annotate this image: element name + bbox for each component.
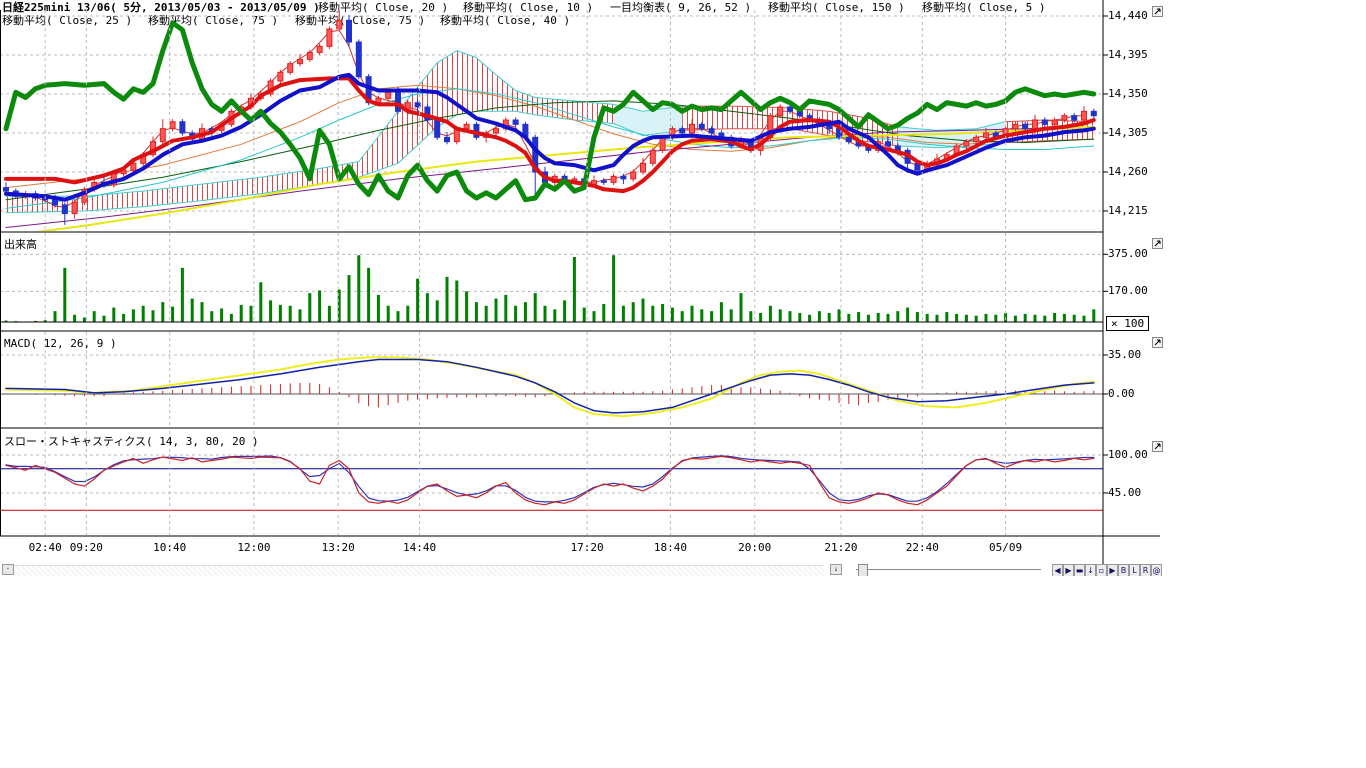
scroll-step-button[interactable]: ↓ <box>830 564 842 575</box>
volume-panel-scroll-button[interactable] <box>1152 238 1163 249</box>
time-tick-label: 18:40 <box>648 541 692 554</box>
axis-tick-label: 14,215 <box>1108 204 1148 217</box>
toolbar-button[interactable]: L <box>1129 564 1140 576</box>
axis-tick-label: 100.00 <box>1108 448 1148 461</box>
stoch-panel-scroll-button[interactable] <box>1152 441 1163 452</box>
volume-panel-label: 出来高 <box>4 236 37 252</box>
time-tick-label: 17:20 <box>565 541 609 554</box>
time-tick-label: 14:40 <box>398 541 442 554</box>
chart-application-window: 日経225mini 13/06( 5分, 2013/05/03 - 2013/0… <box>0 0 1366 768</box>
toolbar-button[interactable]: ▫ <box>1096 564 1107 576</box>
toolbar-button[interactable]: ◀ <box>1052 564 1063 576</box>
stochastic-panel-label: スロー・ストキャスティクス( 14, 3, 80, 20 ) <box>4 433 259 449</box>
toolbar-button[interactable]: ▶ <box>1063 564 1074 576</box>
toolbar-button[interactable]: ▶ <box>1107 564 1118 576</box>
time-tick-label: 21:20 <box>819 541 863 554</box>
toolbar-button[interactable]: B <box>1118 564 1129 576</box>
time-tick-label: 12:00 <box>232 541 276 554</box>
chart-toolbar-buttons: ◀▶▬↓▫▶BLR@M▪ <box>1052 564 1170 576</box>
axis-tick-label: 375.00 <box>1108 247 1148 260</box>
axis-tick-label: 14,395 <box>1108 48 1148 61</box>
price-chart-canvas <box>0 0 1170 580</box>
toolbar-button[interactable]: ▬ <box>1074 564 1085 576</box>
axis-tick-label: 14,350 <box>1108 87 1148 100</box>
bottom-scroll-strip: · ↓ ◀▶▬↓▫▶BLR@M▪ <box>0 564 1170 576</box>
time-tick-label: 05/09 <box>984 541 1028 554</box>
time-tick-label: 22:40 <box>900 541 944 554</box>
toolbar-button[interactable]: R <box>1140 564 1151 576</box>
axis-tick-label: 45.00 <box>1108 486 1141 499</box>
zoom-slider-rail <box>856 569 1041 570</box>
axis-tick-label: 14,260 <box>1108 165 1148 178</box>
axis-tick-label: 35.00 <box>1108 348 1141 361</box>
zoom-slider[interactable] <box>850 564 1045 576</box>
time-tick-label: 09:20 <box>64 541 108 554</box>
time-tick-label: 13:20 <box>316 541 360 554</box>
toolbar-button[interactable]: ↓ <box>1085 564 1096 576</box>
time-tick-label: 02:40 <box>23 541 67 554</box>
axis-tick-label: 0.00 <box>1108 387 1135 400</box>
main-panel-scroll-button[interactable] <box>1152 6 1163 17</box>
horizontal-scrollbar-track[interactable] <box>14 565 824 576</box>
toolbar-button[interactable]: @ <box>1151 564 1162 576</box>
zoom-slider-handle[interactable] <box>858 564 868 576</box>
axis-tick-label: 170.00 <box>1108 284 1148 297</box>
time-tick-label: 20:00 <box>733 541 777 554</box>
time-tick-label: 10:40 <box>148 541 192 554</box>
axis-tick-label: 14,305 <box>1108 126 1148 139</box>
macd-panel-scroll-button[interactable] <box>1152 337 1163 348</box>
macd-panel-label: MACD( 12, 26, 9 ) <box>4 337 117 350</box>
scroll-left-button[interactable]: · <box>2 564 14 575</box>
volume-multiplier-badge: × 100 <box>1106 316 1149 331</box>
axis-tick-label: 14,440 <box>1108 9 1148 22</box>
